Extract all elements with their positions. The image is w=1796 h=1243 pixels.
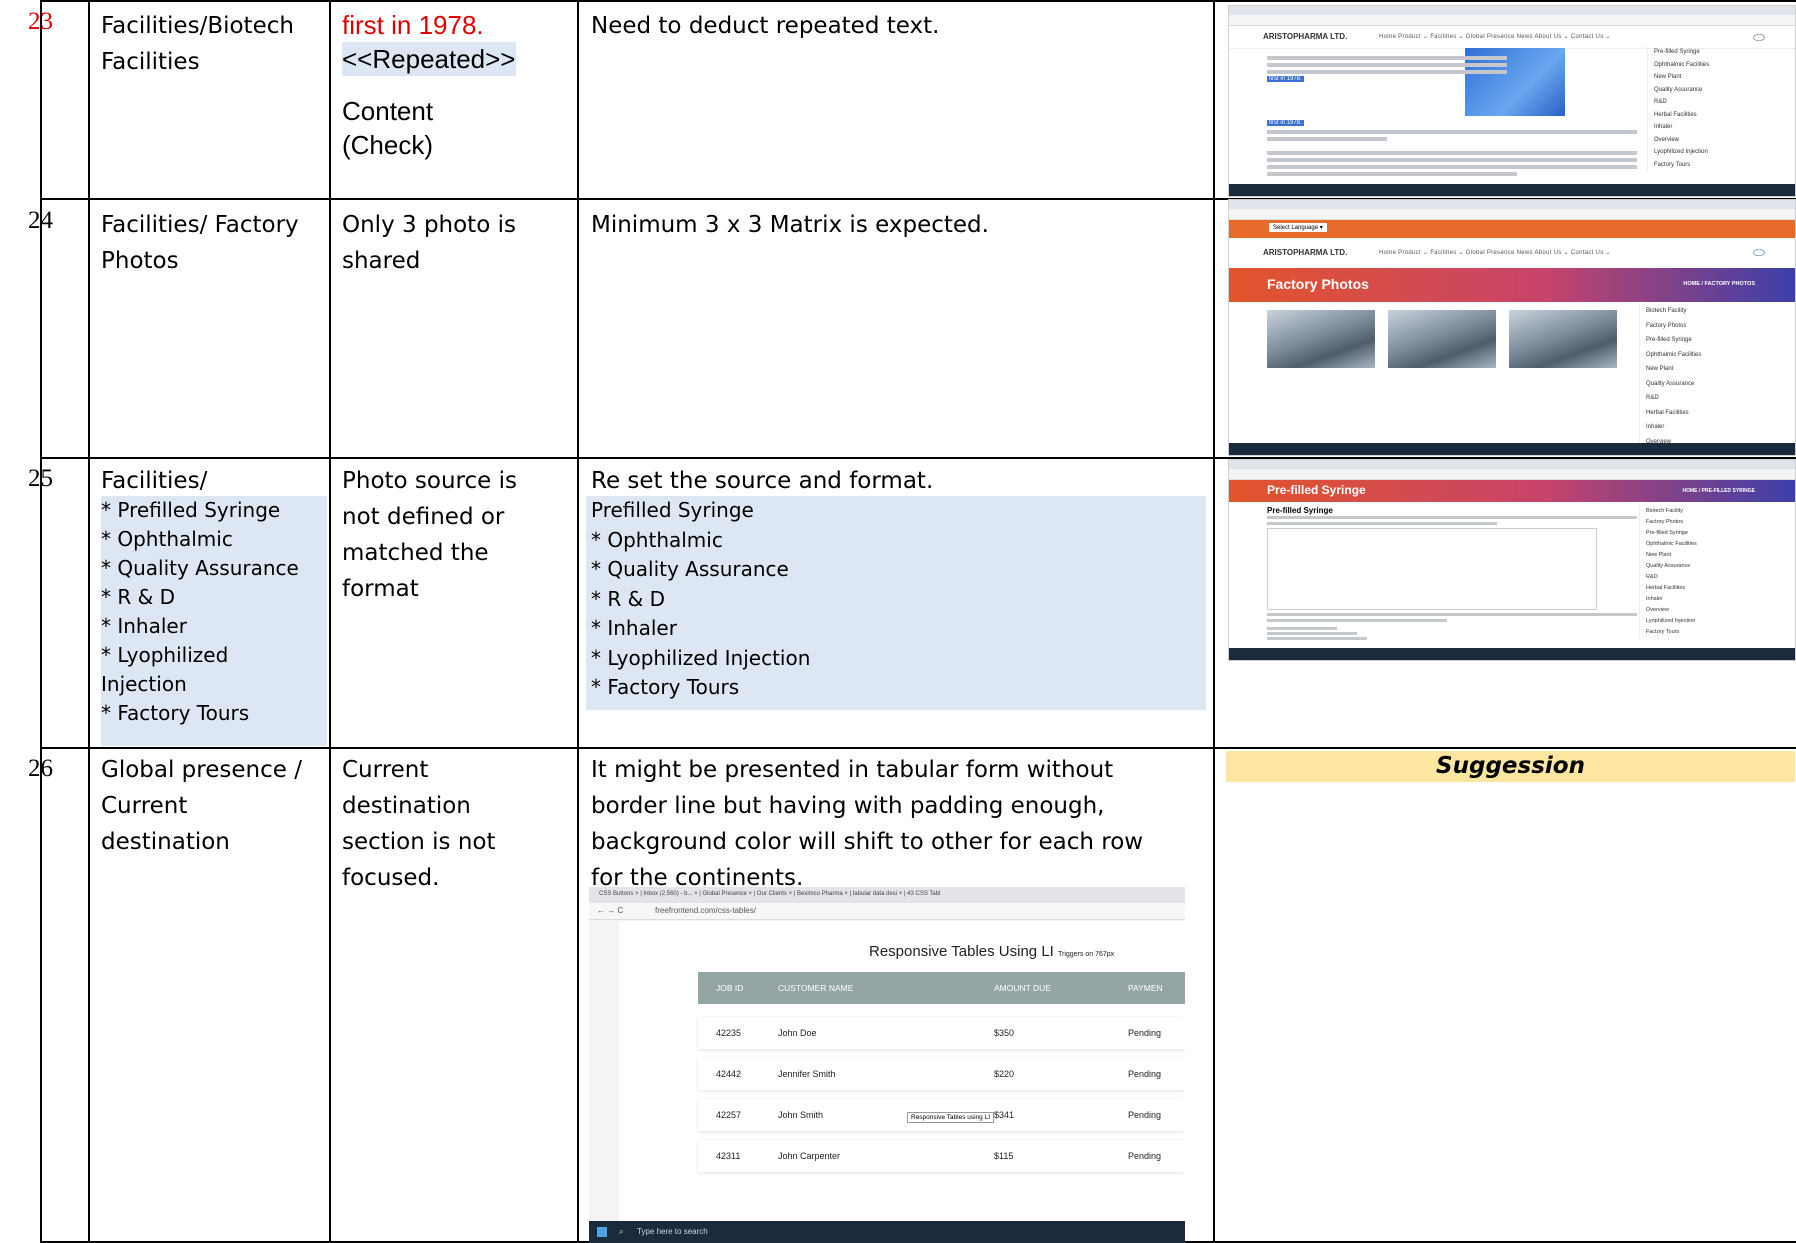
table-row: 42442 Jennifer Smith $220 Pending: [698, 1058, 1185, 1090]
search-icon[interactable]: ⌕: [619, 1227, 623, 1237]
column-border: [88, 0, 90, 1243]
issue-cell: first in 1978. <<Repeated>> Content (Che…: [342, 10, 516, 160]
remark-cell: It might be presented in tabular form wi…: [591, 757, 1144, 891]
section-cell: Facilities/Biotech Facilities: [101, 13, 294, 75]
row-number: 23: [28, 8, 53, 35]
screenshot-factory-photos: Select Language ▾ ARISTOPHARMA LTD. Home…: [1229, 200, 1795, 455]
issue-cell: Current destination section is not focus…: [342, 757, 496, 891]
column-border: [329, 0, 331, 1243]
remark-cell: Re set the source and format.: [591, 468, 934, 494]
section-cell: Facilities/ Factory Photos: [101, 212, 299, 274]
nav-arrows-icon[interactable]: ← → C: [597, 906, 623, 915]
row-border: [40, 457, 1796, 459]
remark-cell: Minimum 3 x 3 Matrix is expected.: [591, 212, 989, 238]
section-first-line: Facilities/: [101, 468, 208, 494]
table-row: 42235 John Doe $350 Pending: [698, 1017, 1185, 1049]
side-menu: Pre-filled Syringe Ophthalmic Facilities …: [1647, 46, 1764, 171]
row-number: 26: [28, 755, 53, 782]
windows-start-icon[interactable]: [597, 1227, 607, 1237]
issue-cell: Photo source is not defined or matched t…: [342, 468, 517, 602]
table-header: JOB ID CUSTOMER NAME AMOUNT DUE PAYMEN: [698, 972, 1185, 1004]
remark-cell: Need to deduct repeated text.: [591, 13, 940, 39]
capsule-logo-icon: ⬭: [1753, 29, 1765, 45]
capsule-logo-icon: ⬭: [1753, 244, 1765, 260]
factory-photo: [1267, 310, 1375, 368]
issue-cell: Only 3 photo is shared: [342, 212, 516, 274]
screenshot-biotech: ARISTOPHARMA LTD. Home Product ⌄ Facilit…: [1229, 6, 1795, 196]
broken-image: [1267, 528, 1597, 610]
suggestion-label: Suggession: [1226, 751, 1795, 782]
side-menu: Biotech Facility Factory Photos Pre-fille…: [1639, 506, 1756, 638]
row-border: [40, 0, 1796, 2]
section-list: * Prefilled Syringe * Ophthalmic * Quali…: [101, 496, 327, 746]
side-menu: Biotech Facility Factory Photos Pre-fille…: [1639, 304, 1756, 449]
table-row: 42311 John Carpenter $115 Pending: [698, 1140, 1185, 1172]
row-number: 25: [28, 465, 53, 492]
screenshot-prefilled-syringe: Pre-filled Syringe HOME / PRE-FILLED SYR…: [1229, 460, 1795, 660]
tooltip: Responsive Tables using LI: [907, 1112, 995, 1123]
remark-list: Prefilled Syringe * Ophthalmic * Quality…: [586, 496, 1206, 710]
table-title: Responsive Tables Using LI Triggers on 7…: [869, 943, 1115, 960]
factory-photo: [1388, 310, 1496, 368]
column-border: [1213, 0, 1215, 1243]
factory-photo: [1509, 310, 1617, 368]
row-number: 24: [28, 207, 53, 234]
screenshot-responsive-table: CSS Buttons × | Inbox (2,560) - b... × |…: [589, 887, 1185, 1243]
column-border: [577, 0, 579, 1243]
taskbar: ⌕ Type here to search: [589, 1221, 1185, 1243]
column-border: [40, 0, 42, 1243]
section-cell: Global presence / Current destination: [101, 757, 302, 855]
row-border: [40, 747, 1796, 749]
